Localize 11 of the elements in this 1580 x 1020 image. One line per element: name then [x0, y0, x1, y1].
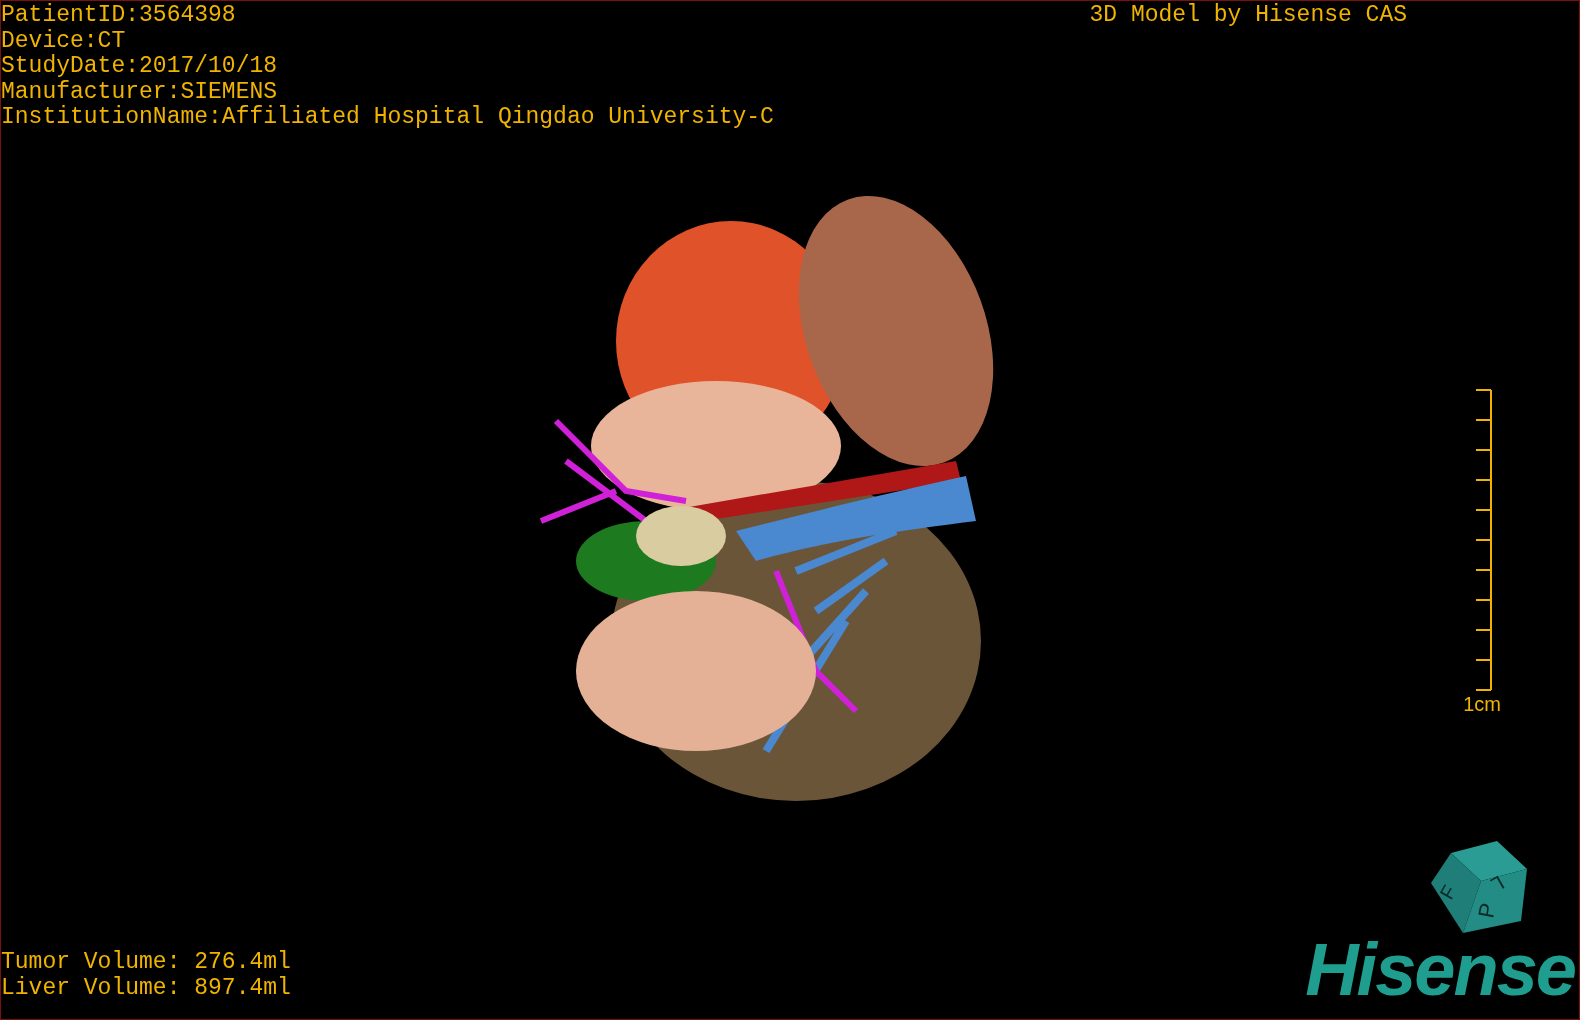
volume-text: Liver Volume: 897.4ml	[1, 975, 291, 1001]
brand-logo: Hisense	[1305, 935, 1576, 1013]
study-info-text: StudyDate:2017/10/18	[1, 54, 279, 80]
study-info-text: Manufacturer:SIEMENS	[1, 79, 279, 105]
study-info-text: InstitutionName:Affiliated Hospital Qingdao University-C	[1, 105, 774, 131]
scale-label: 1cm	[1463, 692, 1501, 717]
study-info-text: PatientID:3564398	[1, 3, 237, 29]
volume-text: Tumor Volume: 276.4ml	[1, 950, 291, 976]
orientation-cube[interactable]: F L P	[1429, 839, 1529, 935]
study-info-text: Device:CT	[1, 28, 127, 54]
model-title: 3D Model by Hisense CAS	[1089, 3, 1407, 30]
